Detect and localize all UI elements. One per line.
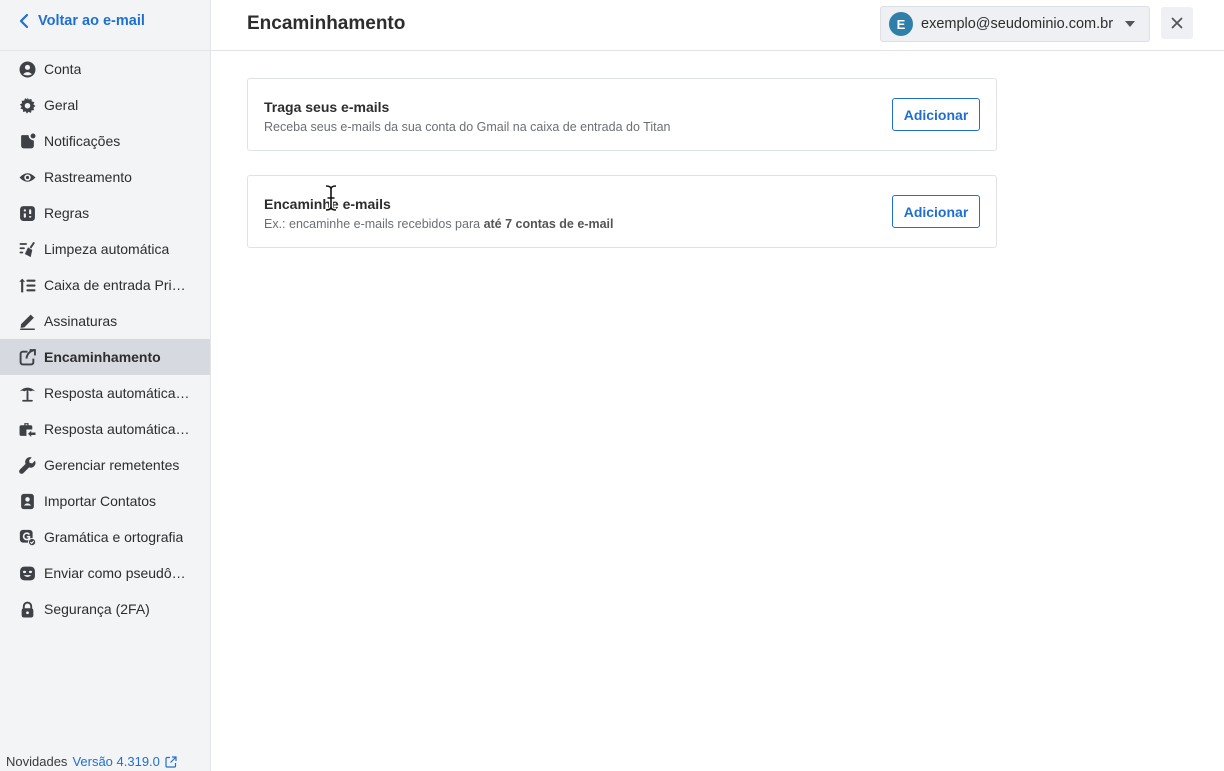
sidebar-item-label: Rastreamento [44,169,132,185]
page-header: Encaminhamento E exemplo@seudominio.com.… [211,0,1224,51]
user-circle-icon [18,60,36,78]
broom-icon [18,240,36,258]
back-to-email-link[interactable]: Voltar ao e-mail [18,13,145,29]
sidebar-item-label: Regras [44,205,90,221]
sidebar-item-assinaturas[interactable]: Assinaturas [0,303,210,339]
sidebar-item-notificacoes[interactable]: Notificações [0,123,210,159]
sidebar-item-resposta-automatica-ferias[interactable]: Resposta automática ... [0,375,210,411]
sidebar-item-conta[interactable]: Conta [0,51,210,87]
rules-icon [18,204,36,222]
lock-icon [18,600,36,618]
sidebar-item-rastreamento[interactable]: Rastreamento [0,159,210,195]
forward-emails-card: Encaminhe e-mails Ex.: encaminhe e-mails… [247,175,997,248]
chevron-down-icon [1125,21,1135,27]
wrench-icon [18,456,36,474]
account-email: exemplo@seudominio.com.br [921,16,1114,32]
close-button[interactable] [1161,7,1193,39]
pen-icon [18,312,36,330]
sidebar-item-label: Resposta automática ... [44,385,190,401]
sidebar-item-label: Gramática e ortografia [44,529,184,545]
sidebar-item-seguranca-2fa[interactable]: Segurança (2FA) [0,591,210,627]
sidebar-item-importar-contatos[interactable]: Importar Contatos [0,483,210,519]
card-title: Encaminhe e-mails [264,196,391,212]
settings-nav: Conta Geral Notificações Rastreamento Re… [0,51,210,627]
sidebar-item-geral[interactable]: Geral [0,87,210,123]
settings-sidebar: Voltar ao e-mail Conta Geral Notificaçõe… [0,0,211,771]
sidebar-item-label: Segurança (2FA) [44,601,150,617]
sidebar-item-label: Limpeza automática [44,241,170,257]
external-link-icon[interactable] [165,755,177,768]
gear-icon [18,96,36,114]
sidebar-item-label: Geral [44,97,79,113]
sidebar-item-label: Importar Contatos [44,493,157,509]
eye-icon [18,168,36,186]
sidebar-item-limpeza-automatica[interactable]: Limpeza automática [0,231,210,267]
sidebar-item-label: Notificações [44,133,121,149]
sidebar-item-label: Assinaturas [44,313,118,329]
sidebar-item-enviar-como-pseudonimo[interactable]: Enviar como pseudôn... [0,555,210,591]
sidebar-item-encaminhamento[interactable]: Encaminhamento [0,339,210,375]
sidebar-item-gramatica-ortografia[interactable]: Gramática e ortografia [0,519,210,555]
mask-icon [18,564,36,582]
sidebar-item-caixa-entrada-prioritaria[interactable]: Caixa de entrada Prio... [0,267,210,303]
back-link-label: Voltar ao e-mail [38,13,145,29]
chevron-left-icon [19,13,29,29]
sidebar-item-label: Gerenciar remetentes [44,457,180,473]
sidebar-footer: Novidades Versão 4.319.0 [6,754,177,769]
sidebar-item-label: Conta [44,61,82,77]
add-forward-button[interactable]: Adicionar [892,195,980,228]
priority-list-icon [18,276,36,294]
close-icon [1171,17,1183,29]
card-description: Receba seus e-mails da sua conta do Gmai… [264,120,671,134]
sidebar-item-label: Encaminhamento [44,349,161,365]
beach-umbrella-icon [18,384,36,402]
account-selector[interactable]: E exemplo@seudominio.com.br [880,6,1150,42]
news-label: Novidades [6,754,68,769]
avatar: E [889,12,913,36]
import-emails-card: Traga seus e-mails Receba seus e-mails d… [247,78,997,151]
card-title: Traga seus e-mails [264,99,390,115]
version-link[interactable]: Versão 4.319.0 [72,754,159,769]
briefcase-reply-icon [18,420,36,438]
card-description-highlight: até 7 contas de e-mail [483,217,614,231]
notification-icon [18,132,36,150]
card-description: Ex.: encaminhe e-mails recebidos para at… [264,217,613,231]
forward-icon [18,348,36,366]
grammar-icon [18,528,36,546]
sidebar-item-gerenciar-remetentes[interactable]: Gerenciar remetentes [0,447,210,483]
add-import-button[interactable]: Adicionar [892,98,980,131]
sidebar-item-label: Enviar como pseudôn... [44,565,190,581]
sidebar-item-regras[interactable]: Regras [0,195,210,231]
page-title: Encaminhamento [247,13,406,34]
sidebar-item-resposta-automatica-trabalho[interactable]: Resposta automática ... [0,411,210,447]
contact-icon [18,492,36,510]
sidebar-item-label: Caixa de entrada Prio... [44,277,190,293]
sidebar-item-label: Resposta automática ... [44,421,190,437]
card-description-text: Ex.: encaminhe e-mails recebidos para [264,217,484,231]
